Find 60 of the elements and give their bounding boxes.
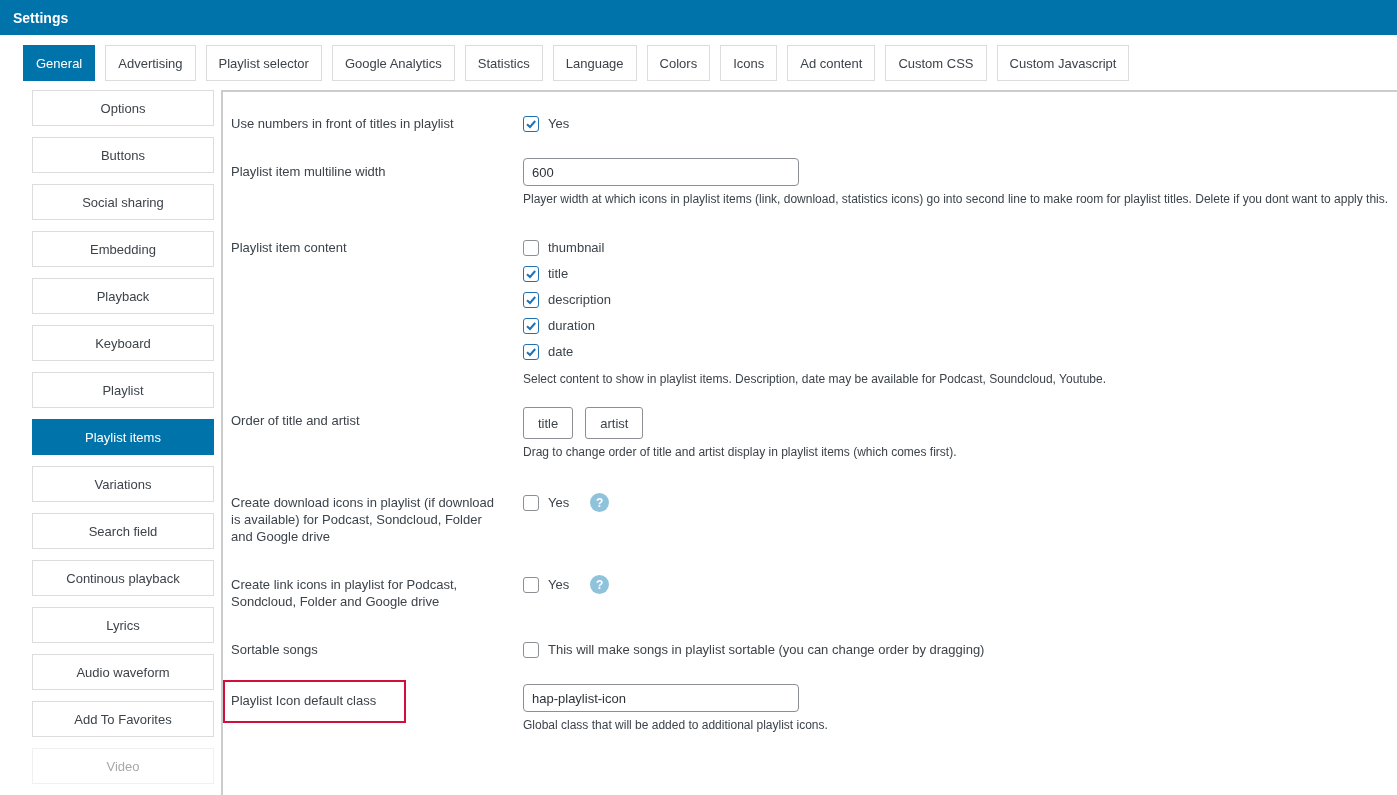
window-title: Settings (13, 9, 69, 26)
checkbox-label: date (548, 344, 574, 359)
tab[interactable]: Statistics (464, 45, 543, 81)
checkbox[interactable] (523, 576, 539, 593)
checkbox-label: Yes (548, 495, 570, 510)
checkbox-label: description (548, 292, 611, 307)
hint-text: Drag to change order of title and artist display in playlist items (which comes first). (523, 445, 958, 459)
sidebar-item[interactable]: Playlist items (32, 419, 214, 455)
hint-text: Select content to show in playlist items. Description, date may be available for Podcast, Soundcloud, Youtube. (523, 372, 1107, 386)
sidebar-item[interactable]: Lyrics (32, 607, 214, 643)
sidebar-item[interactable]: Social sharing (32, 184, 214, 220)
sidebar-item[interactable]: Keyboard (32, 325, 214, 361)
sidebar-item[interactable]: Options (32, 90, 214, 126)
tab[interactable]: Icons (720, 45, 778, 81)
checkbox-label: title (548, 266, 569, 281)
setting-label: Order of title and artist (231, 412, 360, 430)
setting-label: Create link icons in playlist for Podcast, Sondcloud, Folder and Google drive (231, 576, 459, 611)
tab[interactable]: Colors (646, 45, 711, 81)
checkbox[interactable] (523, 641, 539, 658)
checkbox-label: thumbnail (548, 240, 605, 255)
checkbox[interactable] (523, 291, 539, 308)
setting-label: Playlist item content (231, 239, 347, 257)
setting-label: Create download icons in playlist (if download is available) for Podcast, Sondcloud, Folder and Google drive (231, 494, 496, 546)
sidebar-item[interactable]: Variations (32, 466, 214, 502)
sidebar-item[interactable]: Continous playback (32, 560, 214, 596)
hint-text: Player width at which icons in playlist items (link, download, statistics icons) go into second line to make room for playlist titles. Delete if you dont want to apply this. (523, 192, 1390, 206)
sidebar-item[interactable]: Search field (32, 513, 214, 549)
tab[interactable]: Playlist selector (205, 45, 322, 81)
tab[interactable]: Google Analytics (331, 45, 455, 81)
setting-label: Playlist item multiline width (231, 163, 386, 181)
tab[interactable]: General (23, 45, 96, 81)
input-field[interactable]: 600 (523, 158, 799, 186)
sidebar-item[interactable]: Playback (32, 278, 214, 314)
sidebar-item[interactable]: Buttons (32, 137, 214, 173)
tab[interactable]: Ad content (787, 45, 876, 81)
sidebar-item[interactable]: Playlist (32, 372, 214, 408)
checkbox-label: Yes (548, 116, 570, 131)
hint-text: Global class that will be added to additional playlist icons. (523, 718, 829, 732)
input-field[interactable]: hap-playlist-icon (523, 684, 799, 712)
tab[interactable]: Custom CSS (885, 45, 987, 81)
checkbox[interactable] (523, 115, 539, 132)
checkbox-label: This will make songs in playlist sortable (you can change order by dragging) (548, 642, 985, 657)
setting-label: Sortable songs (231, 641, 318, 659)
checkbox[interactable] (523, 239, 539, 256)
sidebar-item[interactable]: Embedding (32, 231, 214, 267)
draggable-item[interactable]: title (523, 407, 574, 439)
checkbox[interactable] (523, 317, 539, 334)
tab[interactable]: Custom Javascript (996, 45, 1130, 81)
checkbox[interactable] (523, 265, 539, 282)
checkbox[interactable] (523, 494, 539, 511)
sidebar-item[interactable]: Add To Favorites (32, 701, 214, 737)
checkbox[interactable] (523, 343, 539, 360)
draggable-item[interactable]: artist (585, 407, 644, 439)
tab[interactable]: Language (552, 45, 637, 81)
sidebar-item[interactable]: Audio waveform (32, 654, 214, 690)
checkbox-label: Yes (548, 577, 570, 592)
setting-label: Use numbers in front of titles in playlist (231, 115, 454, 133)
tab[interactable]: Advertising (105, 45, 196, 81)
setting-label: Playlist Icon default class (223, 680, 407, 723)
checkbox-label: duration (548, 318, 595, 333)
